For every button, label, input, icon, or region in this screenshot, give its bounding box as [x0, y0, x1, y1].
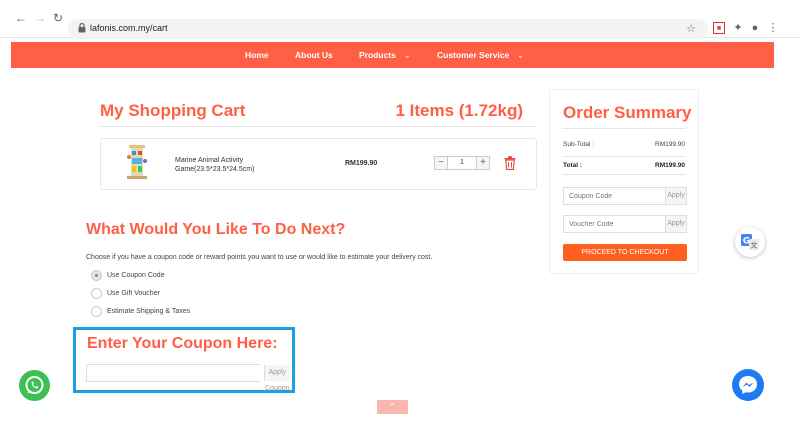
browser-toolbar: ← → ↻ lafonis.com.my/cart ☆ ■ ✦ ● ⋮	[0, 0, 800, 39]
svg-text:文: 文	[751, 241, 758, 250]
option-label: Estimate Shipping & Taxes	[107, 308, 191, 315]
divider	[100, 126, 537, 127]
nav-products[interactable]: Products ⌄	[359, 50, 411, 60]
coupon-section: Enter Your Coupon Here: Apply Coupon	[73, 327, 295, 393]
coupon-title: Enter Your Coupon Here:	[87, 335, 278, 352]
reload-icon[interactable]: ↻	[51, 11, 65, 25]
address-bar[interactable]: lafonis.com.my/cart ☆	[68, 19, 708, 39]
order-summary-title: Order Summary	[563, 103, 692, 122]
cart-item-row: Marine Animal Activity Game(23.5*23.5*24…	[100, 138, 537, 190]
voucher-code-field: Apply	[563, 215, 687, 233]
total-label: Total :	[563, 162, 583, 169]
nav-home[interactable]: Home	[245, 50, 269, 60]
product-image[interactable]	[121, 143, 153, 185]
profile-avatar-icon[interactable]: ●	[749, 22, 761, 34]
proceed-to-checkout-button[interactable]: PROCEED TO CHECKOUT	[563, 244, 687, 261]
coupon-entry-field: Apply Coupon	[86, 364, 290, 392]
divider	[562, 156, 686, 157]
nav-customer-service[interactable]: Customer Service ⌄	[437, 50, 524, 60]
chevron-down-icon: ⌄	[403, 51, 411, 60]
messenger-chat-button[interactable]	[732, 369, 764, 401]
chevron-down-icon: ⌄	[517, 51, 524, 60]
total-value: RM199.90	[655, 162, 685, 169]
messenger-icon	[739, 376, 757, 394]
translate-icon: G 文	[741, 234, 759, 250]
quantity-stepper: − 1 +	[434, 156, 490, 170]
decrease-quantity-button[interactable]: −	[434, 156, 448, 170]
quantity-input[interactable]: 1	[448, 156, 476, 170]
voucher-code-input[interactable]	[564, 216, 665, 232]
order-summary-panel: Order Summary Sub-Total : RM199.90 Total…	[549, 89, 699, 274]
apply-voucher-code-button[interactable]: Apply	[665, 216, 686, 232]
main-navigation: Home About Us Products ⌄ Customer Service…	[11, 42, 774, 68]
coupon-code-field: Apply	[563, 187, 687, 205]
next-step-title: What Would You Like To Do Next?	[86, 221, 346, 238]
divider	[562, 174, 686, 175]
apply-coupon-code-button[interactable]: Apply	[665, 188, 686, 204]
product-name[interactable]: Marine Animal Activity Game(23.5*23.5*24…	[175, 156, 285, 174]
trash-icon[interactable]	[504, 156, 516, 170]
total-row: Total : RM199.90	[563, 162, 685, 169]
cart-item-count: 1 Items (1.72kg)	[395, 101, 523, 120]
radio-button[interactable]	[91, 270, 102, 281]
coupon-code-input[interactable]	[564, 188, 665, 204]
cart-title: My Shopping Cart	[100, 101, 246, 120]
increase-quantity-button[interactable]: +	[476, 156, 490, 170]
subtotal-row: Sub-Total : RM199.90	[563, 141, 685, 148]
bookmark-star-icon[interactable]: ☆	[686, 22, 696, 35]
radio-button[interactable]	[91, 288, 102, 299]
option-label: Use Coupon Code	[107, 272, 165, 279]
puzzle-extensions-icon[interactable]: ✦	[732, 22, 744, 34]
divider	[562, 128, 686, 129]
whatsapp-icon	[25, 376, 44, 394]
next-step-description: Choose if you have a coupon code or rewa…	[86, 254, 433, 261]
option-label: Use Gift Voucher	[107, 290, 160, 297]
chevron-up-icon: ⌃	[388, 402, 397, 412]
extension-icon[interactable]: ■	[713, 22, 725, 34]
shopping-cart-panel: My Shopping Cart 1 Items (1.72kg) Marine…	[88, 89, 537, 204]
subtotal-label: Sub-Total :	[563, 141, 595, 148]
translate-widget[interactable]: G 文	[735, 227, 765, 257]
product-price: RM199.90	[345, 160, 378, 167]
lock-icon	[78, 23, 86, 33]
address-url: lafonis.com.my/cart	[90, 23, 168, 33]
nav-about-us[interactable]: About Us	[295, 50, 333, 60]
subtotal-value: RM199.90	[655, 141, 685, 148]
whatsapp-chat-button[interactable]	[19, 370, 50, 401]
back-icon[interactable]: ←	[14, 11, 28, 25]
radio-button[interactable]	[91, 306, 102, 317]
forward-icon[interactable]: →	[33, 11, 47, 25]
coupon-input[interactable]	[87, 365, 264, 381]
scroll-to-top-button[interactable]: ⌃	[377, 400, 408, 414]
browser-menu-icon[interactable]: ⋮	[767, 22, 779, 34]
apply-coupon-button[interactable]: Apply Coupon	[264, 365, 290, 392]
